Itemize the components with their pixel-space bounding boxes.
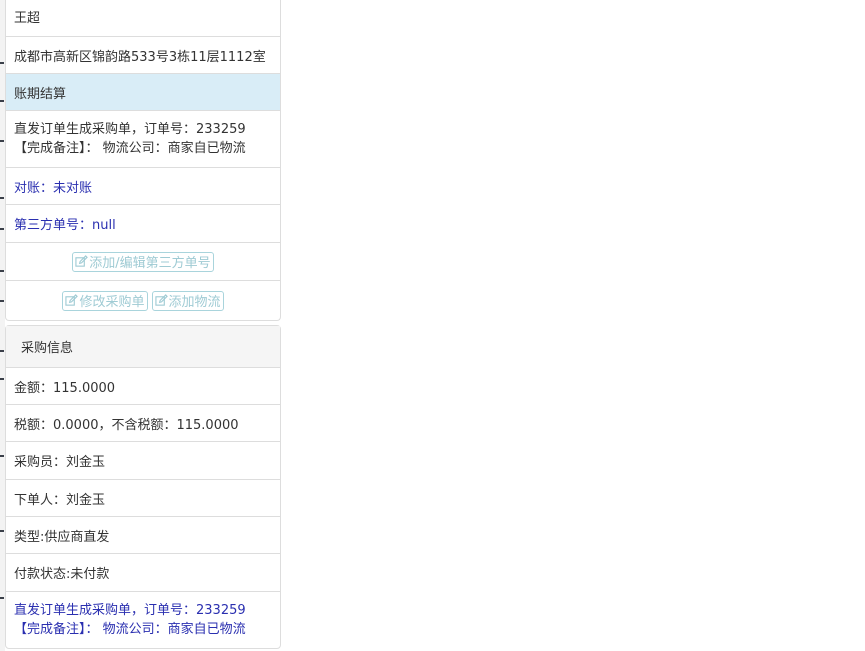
customer-name: 王超	[14, 10, 41, 26]
order-note-line2: 【完成备注】： 物流公司：商家自已物流	[14, 141, 246, 156]
edit-icon	[75, 255, 89, 267]
list-item: 添加/编辑第三方单号	[6, 243, 280, 281]
list-item-active: 账期结算	[6, 74, 280, 111]
billing-method: 账期结算	[14, 86, 67, 102]
edit-icon	[65, 294, 79, 306]
purchase-info-panel: 采购信息 金额：115.0000 税额：0.0000，不含税额：115.0000…	[5, 325, 281, 649]
edge-tick	[0, 300, 4, 302]
edge-tick	[0, 140, 4, 142]
list-item: 修改采购单 添加物流	[6, 281, 280, 320]
edit-third-party-label: 添加/编辑第三方单号	[89, 256, 211, 271]
list-item: 直发订单生成采购单，订单号：233259 【完成备注】： 物流公司：商家自已物流	[6, 111, 280, 168]
edge-tick	[0, 350, 4, 352]
purchase-orderer: 下单人：刘金玉	[14, 492, 106, 508]
edit-third-party-button[interactable]: 添加/编辑第三方单号	[72, 251, 214, 272]
list-item: 王超	[6, 0, 280, 37]
edge-tick	[0, 197, 4, 199]
purchase-note-line2: 【完成备注】： 物流公司：商家自已物流	[14, 622, 246, 637]
edge-tick	[0, 455, 4, 457]
list-item: 下单人：刘金玉	[6, 480, 280, 517]
list-item: 金额：115.0000	[6, 368, 280, 405]
list-item: 直发订单生成采购单，订单号：233259 【完成备注】： 物流公司：商家自已物流	[6, 592, 280, 648]
purchase-type: 类型:供应商直发	[14, 529, 110, 545]
list-item: 对账：未对账	[6, 168, 280, 205]
customer-address: 成都市高新区锦韵路533号3栋11层1112室	[14, 49, 266, 65]
edge-tick	[0, 597, 4, 599]
list-item: 税额：0.0000，不含税额：115.0000	[6, 405, 280, 442]
modify-po-button[interactable]: 修改采购单	[62, 290, 148, 311]
purchase-amount: 金额：115.0000	[14, 380, 116, 396]
add-logistics-button[interactable]: 添加物流	[151, 290, 224, 311]
third-party-number: 第三方单号：null	[14, 218, 116, 233]
edge-tick	[0, 378, 4, 380]
panel-title: 采购信息	[21, 341, 74, 356]
order-info-panel: 王超 成都市高新区锦韵路533号3栋11层1112室 账期结算 直发订单生成采购…	[5, 0, 281, 321]
list-item: 采购员：刘金玉	[6, 442, 280, 480]
order-note-line1: 直发订单生成采购单，订单号：233259	[14, 122, 246, 137]
edge-tick	[0, 100, 4, 102]
purchase-note-line1: 直发订单生成采购单，订单号：233259	[14, 603, 246, 618]
edge-tick	[0, 530, 4, 532]
purchase-tax: 税额：0.0000，不含税额：115.0000	[14, 417, 239, 433]
edge-tick	[0, 62, 4, 64]
payment-status: 付款状态:未付款	[14, 567, 110, 582]
list-item: 第三方单号：null	[6, 205, 280, 243]
reconcile-status: 对账：未对账	[14, 180, 93, 196]
list-item: 成都市高新区锦韵路533号3栋11层1112室	[6, 37, 280, 74]
list-item: 付款状态:未付款	[6, 554, 280, 592]
list-item: 类型:供应商直发	[6, 517, 280, 554]
add-logistics-label: 添加物流	[168, 295, 221, 310]
purchase-buyer: 采购员：刘金玉	[14, 455, 106, 470]
edge-tick	[0, 270, 4, 272]
modify-po-label: 修改采购单	[79, 295, 145, 310]
panel-heading: 采购信息	[6, 326, 280, 368]
edge-tick	[0, 228, 4, 230]
edit-icon	[154, 294, 168, 306]
